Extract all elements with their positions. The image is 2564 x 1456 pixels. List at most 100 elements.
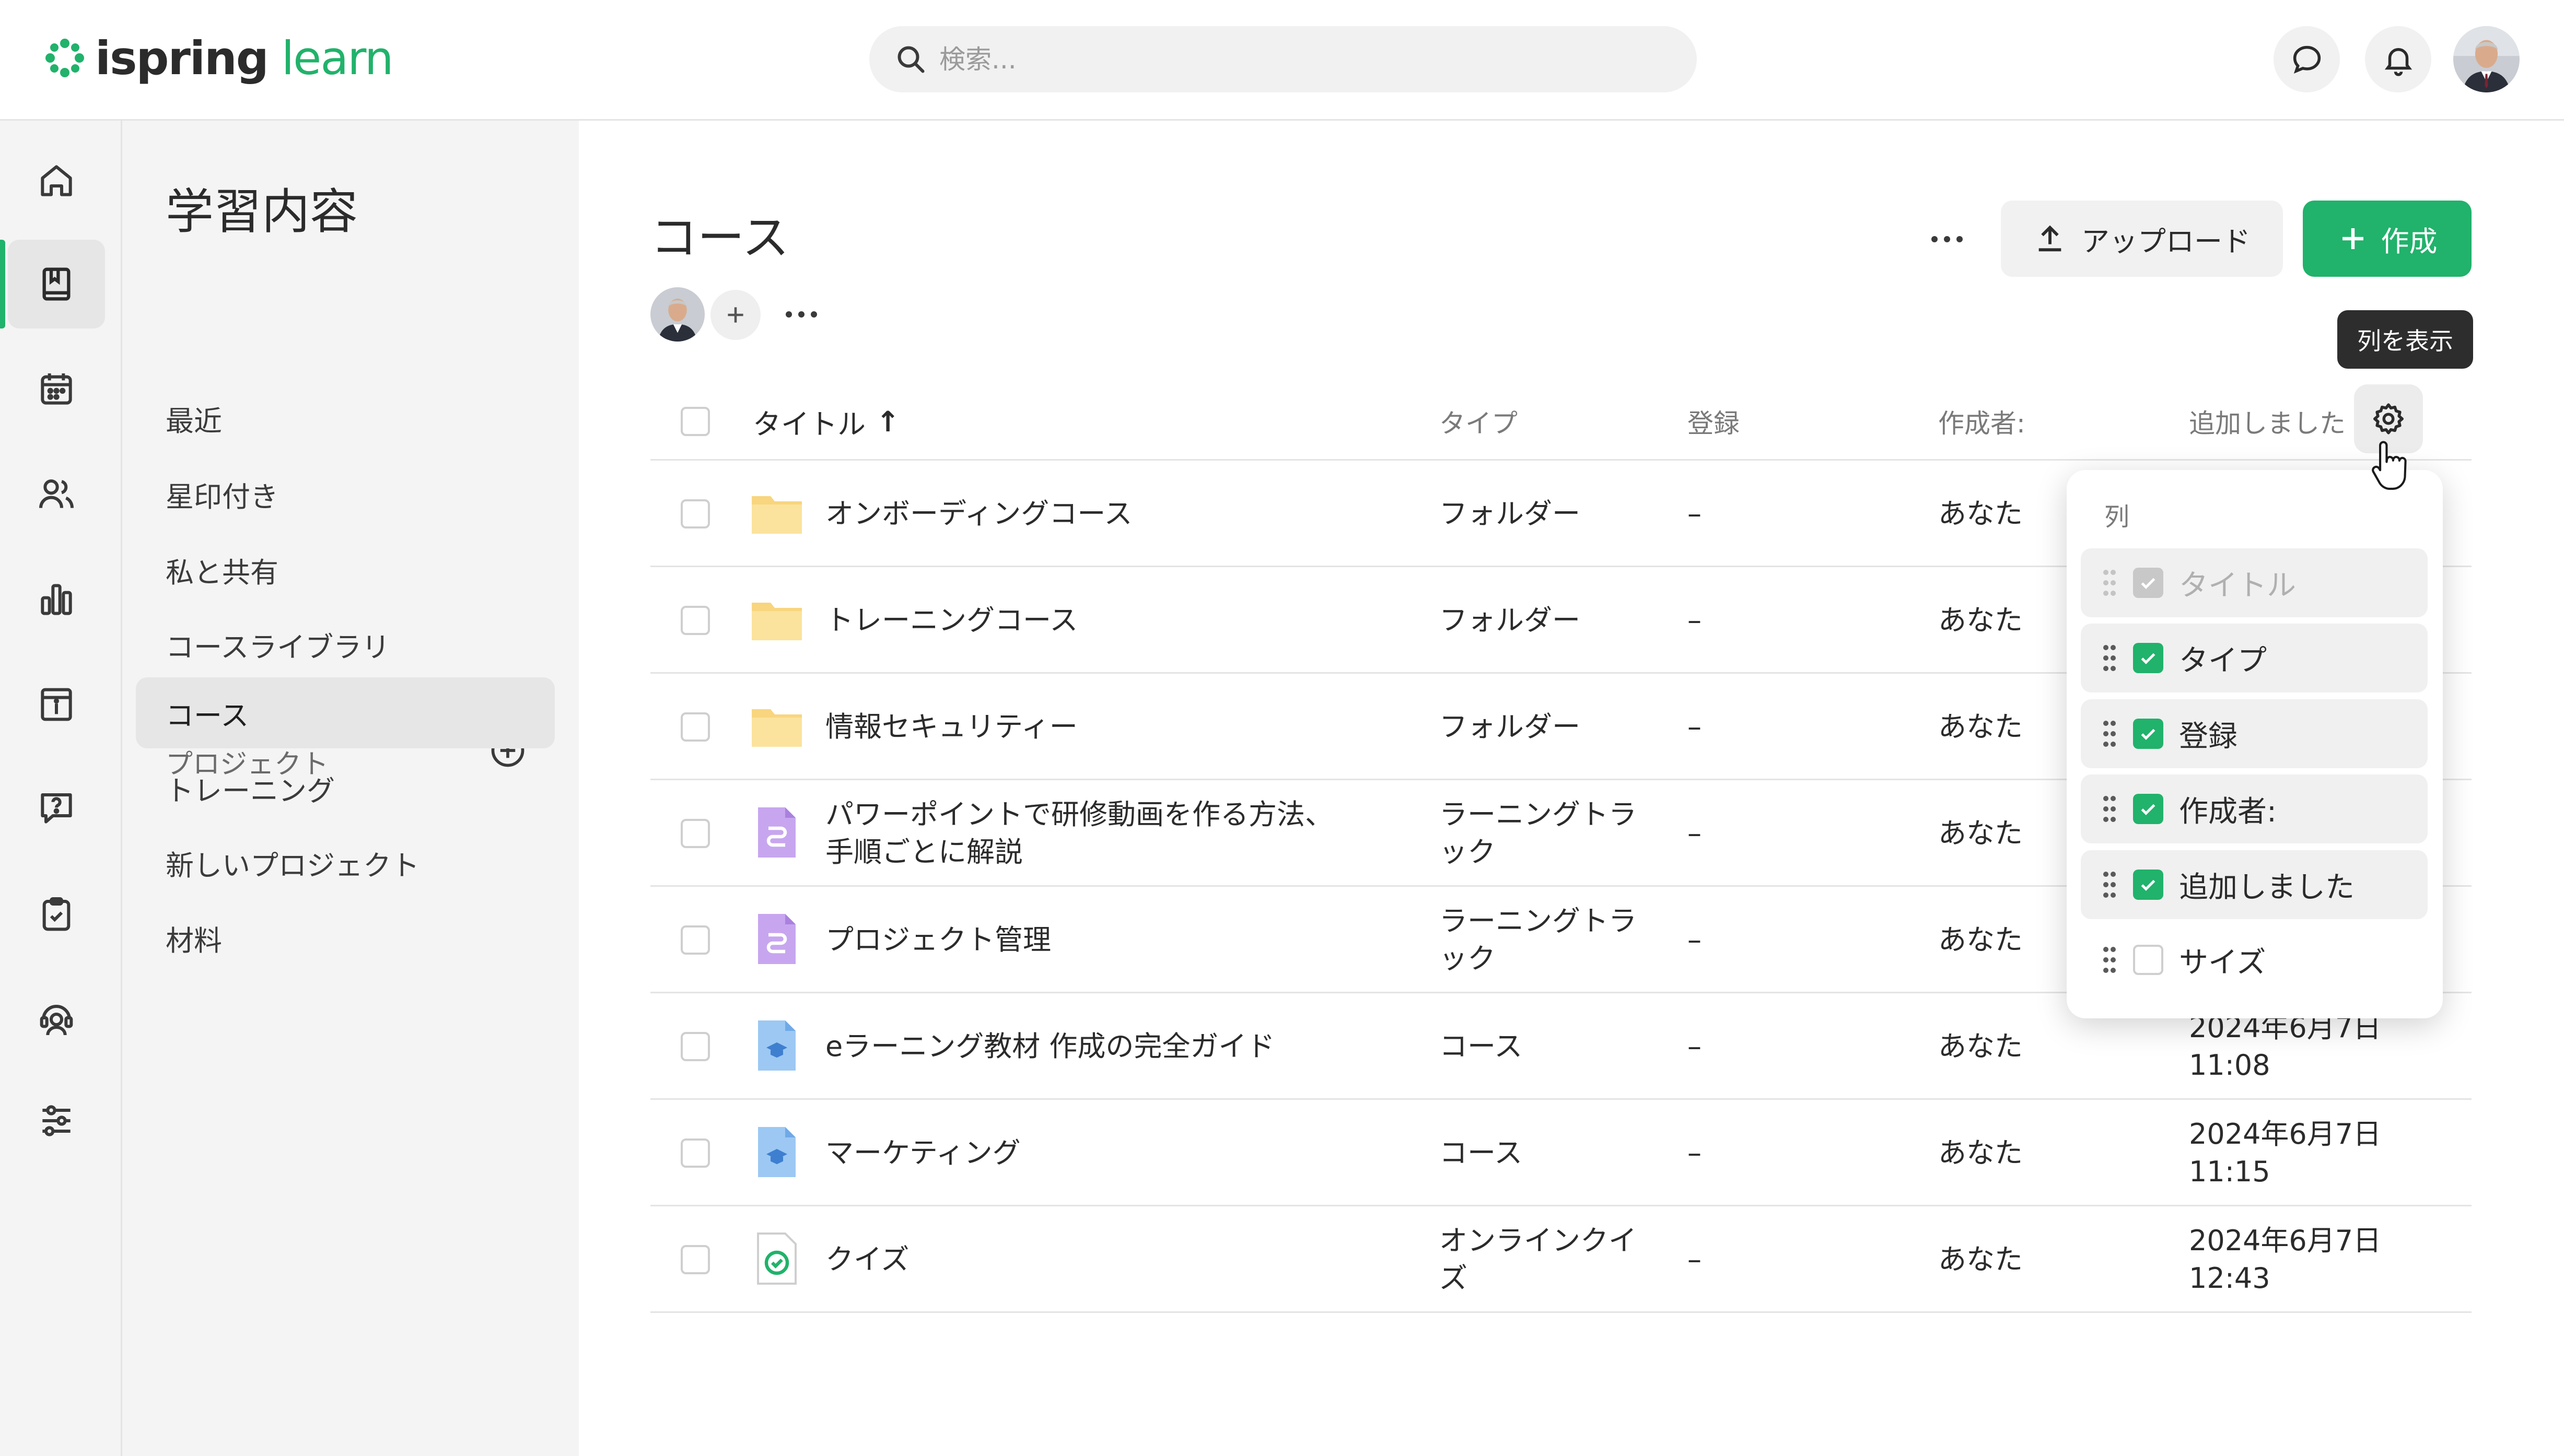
row-enrollment: – bbox=[1687, 923, 1701, 956]
table-row[interactable]: マーケティング コース – あなた 2024年6月7日 11:15 bbox=[650, 1100, 2472, 1206]
row-author: あなた bbox=[1938, 604, 2023, 637]
nav-item-shared[interactable]: 私と共有 bbox=[136, 534, 555, 605]
column-option-enrollment[interactable]: 登録 bbox=[2081, 699, 2428, 768]
course-icon bbox=[748, 1123, 806, 1181]
row-title[interactable]: マーケティング bbox=[825, 1100, 1021, 1206]
row-checkbox[interactable] bbox=[681, 1138, 710, 1168]
column-header-added[interactable]: 追加しました bbox=[2189, 382, 2346, 461]
table-header: タイトル ↑ タイプ 登録 作成者: 追加しました bbox=[650, 382, 2472, 461]
nav-item-recent[interactable]: 最近 bbox=[136, 383, 555, 454]
notifications-button[interactable] bbox=[2365, 26, 2431, 92]
checkbox-checked-icon[interactable] bbox=[2133, 719, 2163, 749]
checkbox-unchecked-icon[interactable] bbox=[2133, 945, 2163, 975]
rail-learning-content[interactable] bbox=[0, 240, 105, 328]
table-row[interactable]: クイズ オンラインクイ ズ – あなた 2024年6月7日 12:43 bbox=[650, 1206, 2472, 1313]
row-title[interactable]: プロジェクト管理 bbox=[825, 887, 1051, 993]
row-enrollment: – bbox=[1687, 604, 1701, 637]
search-input[interactable] bbox=[939, 44, 1618, 75]
drag-handle-icon bbox=[2102, 568, 2117, 597]
row-title[interactable]: 情報セキュリティー bbox=[825, 674, 1078, 780]
select-all-checkbox-cell[interactable] bbox=[681, 382, 710, 461]
row-enrollment: – bbox=[1687, 497, 1701, 530]
info-board-icon bbox=[41, 688, 72, 721]
rail-calendar[interactable] bbox=[8, 345, 105, 433]
row-enrollment: – bbox=[1687, 817, 1701, 850]
select-all-checkbox[interactable] bbox=[681, 407, 710, 436]
nav-item-course-library[interactable]: コースライブラリ bbox=[136, 609, 555, 680]
member-avatar[interactable] bbox=[650, 287, 705, 342]
rail-home[interactable] bbox=[8, 136, 105, 225]
row-checkbox[interactable] bbox=[681, 606, 710, 635]
bell-icon bbox=[2384, 48, 2412, 76]
row-title[interactable]: オンボーディングコース bbox=[825, 461, 1133, 567]
column-header-title[interactable]: タイトル ↑ bbox=[753, 382, 900, 461]
column-option-author[interactable]: 作成者: bbox=[2081, 774, 2428, 843]
columns-menu: 列 タイトル タイプ 登録 作成者: 追加しました サイズ bbox=[2067, 470, 2443, 1018]
row-title[interactable]: パワーポイントで研修動画を作る方法、 手順ごとに解説 bbox=[825, 780, 1333, 887]
rail-assignments[interactable] bbox=[8, 870, 105, 959]
create-button[interactable]: 作成 bbox=[2303, 201, 2472, 277]
user-avatar[interactable] bbox=[2453, 26, 2520, 92]
folder-icon bbox=[748, 697, 806, 755]
folder-icon bbox=[748, 484, 806, 542]
logo-icon bbox=[44, 37, 86, 79]
row-type: ラーニングトラ ック bbox=[1439, 798, 1637, 868]
support-agent-icon bbox=[40, 1005, 73, 1036]
row-title[interactable]: クイズ bbox=[825, 1206, 909, 1313]
drag-handle-icon[interactable] bbox=[2102, 719, 2117, 748]
row-type: フォルダー bbox=[1439, 604, 1580, 637]
column-option-type[interactable]: タイプ bbox=[2081, 624, 2428, 692]
row-checkbox[interactable] bbox=[681, 712, 710, 742]
create-label: 作成 bbox=[2381, 225, 2438, 258]
row-title[interactable]: トレーニングコース bbox=[825, 567, 1078, 674]
drag-handle-icon[interactable] bbox=[2102, 794, 2117, 824]
column-header-enrollment[interactable]: 登録 bbox=[1687, 382, 1740, 461]
quiz-icon bbox=[748, 1229, 806, 1288]
row-checkbox[interactable] bbox=[681, 819, 710, 848]
row-title[interactable]: eラーニング教材 作成の完全ガイド bbox=[825, 993, 1275, 1100]
users-icon bbox=[39, 479, 74, 508]
checkbox-checked-icon[interactable] bbox=[2133, 870, 2163, 900]
column-header-author[interactable]: 作成者: bbox=[1938, 382, 2025, 461]
logo[interactable]: ispring learn bbox=[44, 29, 394, 87]
book-icon bbox=[42, 267, 71, 301]
drag-handle-icon[interactable] bbox=[2102, 870, 2117, 899]
nav-item-project-courses[interactable]: コース bbox=[136, 677, 555, 748]
rail-settings[interactable] bbox=[8, 1076, 105, 1165]
columns-menu-header: 列 bbox=[2104, 502, 2130, 532]
members-more-button[interactable] bbox=[780, 299, 822, 330]
nav-item-starred[interactable]: 星印付き bbox=[136, 459, 555, 530]
chat-button[interactable] bbox=[2274, 26, 2340, 92]
page-more-button[interactable] bbox=[1924, 224, 1971, 255]
rail-users[interactable] bbox=[8, 450, 105, 538]
rail-questions[interactable] bbox=[8, 764, 105, 852]
row-enrollment: – bbox=[1687, 1030, 1701, 1063]
drag-handle-icon[interactable] bbox=[2102, 643, 2117, 673]
nav-item-project-new[interactable]: 新しいプロジェクト bbox=[136, 827, 555, 898]
column-header-type[interactable]: タイプ bbox=[1439, 382, 1518, 461]
column-option-size[interactable]: サイズ bbox=[2081, 925, 2428, 994]
row-added: 2024年6月7日 11:15 bbox=[2189, 1118, 2382, 1188]
folder-icon bbox=[748, 590, 806, 649]
drag-handle-icon[interactable] bbox=[2102, 945, 2117, 974]
rail-reports[interactable] bbox=[8, 555, 105, 644]
checkbox-checked-icon[interactable] bbox=[2133, 794, 2163, 824]
nav-item-project-materials[interactable]: 材料 bbox=[136, 902, 555, 973]
chat-icon bbox=[2293, 45, 2321, 74]
rail-support[interactable] bbox=[8, 975, 105, 1064]
upload-button[interactable]: アップロード bbox=[2001, 201, 2283, 277]
bar-chart-icon bbox=[41, 584, 72, 615]
search-bar[interactable] bbox=[869, 26, 1697, 92]
sliders-icon bbox=[42, 1105, 71, 1136]
row-checkbox[interactable] bbox=[681, 1032, 710, 1061]
learning-track-icon bbox=[748, 910, 806, 968]
rail-info[interactable] bbox=[8, 660, 105, 749]
row-checkbox[interactable] bbox=[681, 499, 710, 529]
add-member-button[interactable] bbox=[710, 290, 761, 340]
row-checkbox[interactable] bbox=[681, 1245, 710, 1274]
checkbox-checked-icon[interactable] bbox=[2133, 643, 2163, 673]
row-checkbox[interactable] bbox=[681, 925, 710, 955]
nav-item-project-training[interactable]: トレーニング bbox=[136, 753, 555, 824]
calendar-icon bbox=[41, 373, 72, 405]
column-option-added[interactable]: 追加しました bbox=[2081, 850, 2428, 919]
